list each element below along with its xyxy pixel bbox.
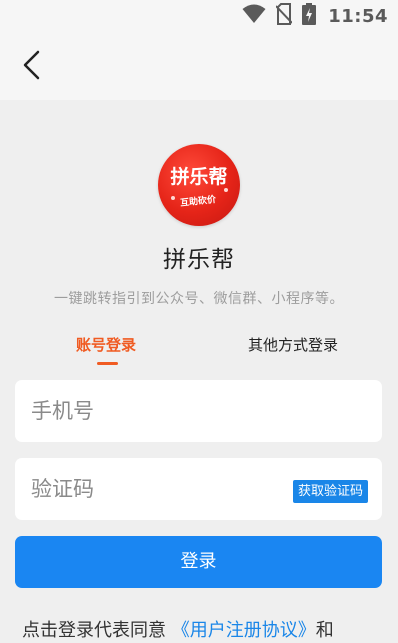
app-bar (0, 34, 398, 100)
phone-field-card (15, 380, 382, 442)
app-description: 一键跳转指引到公众号、微信群、小程序等。 (54, 291, 344, 307)
wifi-icon (242, 4, 266, 28)
agreement-prefix: 点击登录代表同意 (22, 620, 166, 641)
login-content: 拼乐帮 互助砍价 拼乐帮 一键跳转指引到公众号、微信群、小程序等。 账号登录 其… (0, 100, 398, 643)
status-icons: 11:54 (242, 3, 388, 29)
back-button[interactable] (14, 48, 50, 86)
user-agreement-link[interactable]: 《用户注册协议》 (172, 620, 316, 641)
code-field-card: 获取验证码 (15, 458, 382, 520)
agreement-text: 点击登录代表同意 《用户注册协议》和 (22, 616, 398, 642)
logo-dot (171, 196, 175, 200)
logo-dot (224, 188, 228, 192)
login-button[interactable]: 登录 (15, 536, 382, 588)
status-time: 11:54 (328, 5, 388, 27)
app-logo: 拼乐帮 互助砍价 (158, 144, 240, 226)
get-code-button[interactable]: 获取验证码 (292, 480, 368, 503)
app-name: 拼乐帮 (163, 247, 235, 273)
logo-sub-text: 互助砍价 (179, 195, 217, 209)
no-sim-icon (275, 3, 293, 29)
agreement-suffix: 和 (315, 620, 334, 641)
status-bar: 11:54 (0, 0, 398, 34)
verification-code-input[interactable] (31, 458, 271, 520)
logo-main-text: 拼乐帮 (170, 166, 228, 188)
phone-input[interactable] (31, 380, 361, 442)
tab-account-login[interactable]: 账号登录 (76, 334, 136, 355)
battery-charging-icon (302, 3, 317, 29)
tab-active-indicator (97, 362, 118, 365)
tab-other-login[interactable]: 其他方式登录 (248, 334, 338, 355)
chevron-left-icon (21, 50, 43, 84)
